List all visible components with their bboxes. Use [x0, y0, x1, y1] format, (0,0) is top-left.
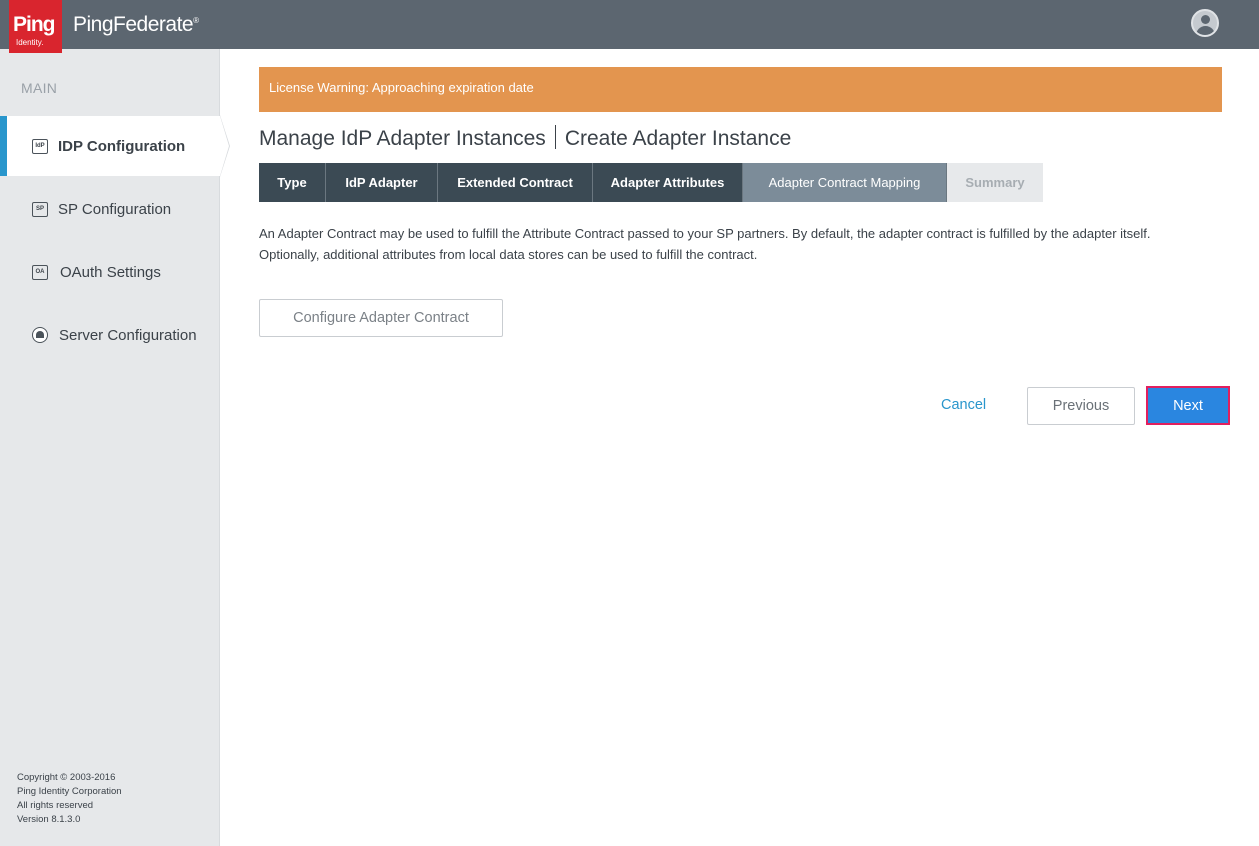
license-warning-text: License Warning: Approaching expiration …	[269, 80, 534, 95]
copyright-block: Copyright © 2003-2016 Ping Identity Corp…	[17, 771, 122, 827]
company-name: Ping Identity Corporation	[17, 786, 122, 797]
step-summary: Summary	[947, 163, 1043, 202]
description-line: Optionally, additional attributes from l…	[259, 247, 758, 262]
page-title: Manage IdP Adapter Instances Create Adapt…	[259, 125, 791, 151]
user-avatar-icon[interactable]	[1191, 9, 1219, 37]
idp-icon: IdP	[32, 138, 48, 154]
sidebar: MAIN IdP IDP Configuration SP SP Configu…	[0, 49, 222, 846]
step-adapter-attributes[interactable]: Adapter Attributes	[593, 163, 743, 202]
sidebar-item-oauth-settings[interactable]: OA OAuth Settings	[0, 242, 220, 302]
logo-text: Ping	[13, 13, 55, 36]
sidebar-item-label: OAuth Settings	[60, 263, 161, 281]
product-name-text: PingFederate	[73, 13, 194, 36]
next-button[interactable]: Next	[1146, 386, 1230, 425]
sidebar-item-server-configuration[interactable]: Server Configuration	[0, 305, 220, 365]
product-name: PingFederate®	[73, 13, 199, 37]
previous-button[interactable]: Previous	[1027, 387, 1135, 425]
sidebar-item-label: SP Configuration	[58, 200, 172, 218]
sidebar-item-label: Server Configuration	[59, 326, 197, 344]
license-warning-banner: License Warning: Approaching expiration …	[259, 67, 1222, 112]
oauth-icon: OA	[32, 264, 48, 280]
version-text: Version 8.1.3.0	[17, 814, 81, 825]
step-adapter-contract-mapping[interactable]: Adapter Contract Mapping	[743, 163, 947, 202]
sp-icon: SP	[32, 201, 48, 217]
step-extended-contract[interactable]: Extended Contract	[438, 163, 593, 202]
step-idp-adapter[interactable]: IdP Adapter	[326, 163, 438, 202]
top-bar: PingFederate®	[0, 0, 1259, 49]
registered-mark: ®	[193, 16, 199, 25]
title-separator	[554, 125, 556, 149]
active-indicator	[0, 116, 7, 176]
description-line: An Adapter Contract may be used to fulfi…	[259, 226, 1151, 241]
server-icon	[32, 327, 48, 343]
sidebar-item-idp-configuration[interactable]: IdP IDP Configuration	[0, 116, 222, 176]
ping-identity-logo[interactable]: Ping Identity.	[9, 0, 62, 53]
page-title-sub: Create Adapter Instance	[564, 127, 792, 150]
description-text: An Adapter Contract may be used to fulfi…	[259, 223, 1229, 265]
copyright-line: Copyright © 2003-2016	[17, 772, 116, 783]
cancel-link[interactable]: Cancel	[941, 397, 986, 413]
wizard-steps: Type IdP Adapter Extended Contract Adapt…	[259, 163, 1043, 202]
sidebar-item-label: IDP Configuration	[58, 137, 186, 155]
configure-adapter-contract-button[interactable]: Configure Adapter Contract	[259, 299, 503, 337]
page-title-main: Manage IdP Adapter Instances	[259, 127, 546, 150]
rights-reserved: All rights reserved	[17, 800, 94, 811]
logo-subtext: Identity.	[16, 38, 44, 47]
avatar-body	[1196, 26, 1215, 35]
active-arrow	[220, 116, 229, 176]
avatar-head	[1201, 15, 1210, 24]
sidebar-item-sp-configuration[interactable]: SP SP Configuration	[0, 179, 220, 239]
step-type[interactable]: Type	[259, 163, 326, 202]
sidebar-heading: MAIN	[21, 80, 58, 96]
